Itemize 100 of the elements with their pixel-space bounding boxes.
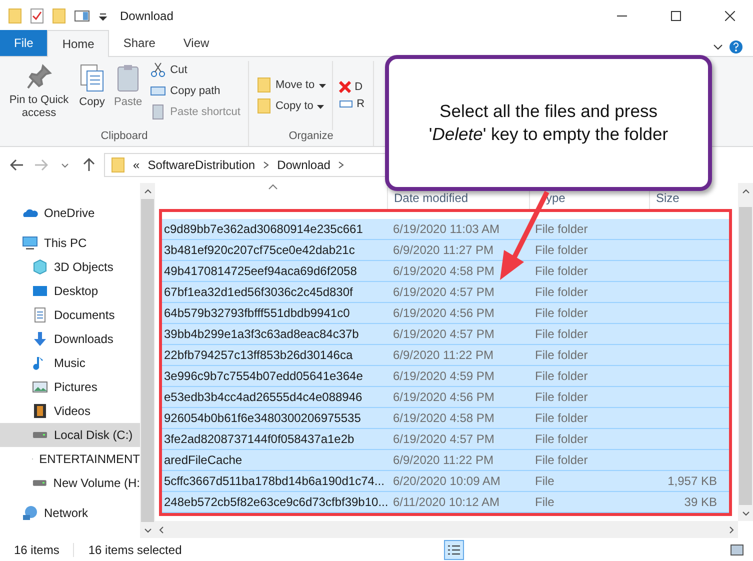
rename-button[interactable]: R xyxy=(336,97,367,111)
details-icon xyxy=(447,544,462,556)
copy-button[interactable]: Copy xyxy=(76,61,108,130)
type-cell-text: File folder xyxy=(534,432,589,446)
desktop-icon xyxy=(32,283,48,299)
sort-caret-icon xyxy=(268,183,278,190)
scrollbar[interactable] xyxy=(140,183,155,538)
type-cell-text: File folder xyxy=(534,306,589,320)
file-row[interactable]: 39bb4b299e1a3f3c63ad8eac84c37b 6/19/2020 4:57 PM File folder xyxy=(162,324,729,345)
file-row[interactable]: 22bfb794257c13ff853b26d30146ca 6/9/2020 11:22 PM File folder xyxy=(162,345,729,366)
file-row[interactable]: 248eb572cb5f82e63ce9c6d73cfbf39b10... 6/11/2020 10:12 AM File 39 KB xyxy=(162,492,729,513)
ribbon-tab[interactable]: View xyxy=(169,30,224,56)
sidebar-item[interactable]: ENTERTAINMENT xyxy=(0,447,140,471)
close-icon xyxy=(338,81,351,93)
ribbon-tab[interactable]: Home xyxy=(47,30,110,57)
date-cell-text: 6/11/2020 10:12 AM xyxy=(392,495,501,509)
file-row[interactable]: 67bf1ea32d1ed56f3036c2c45d830f 6/19/2020 4:57 PM File folder xyxy=(162,282,729,303)
folder-icon xyxy=(257,77,272,93)
sidebar-item[interactable]: Desktop xyxy=(0,279,140,303)
file-name: 3b481ef920c207cf75ce0e42dab21c xyxy=(163,243,356,257)
thumbnail-icon xyxy=(730,544,744,556)
shortcut-icon xyxy=(150,104,166,120)
item-count: 16 items xyxy=(14,542,60,556)
file-row[interactable]: aredFileCache 6/9/2020 11:22 PM File folder xyxy=(162,450,729,471)
file-row[interactable]: 3b481ef920c207cf75ce0e42dab21c 6/9/2020 11:27 PM File folder xyxy=(162,240,729,261)
sidebar-item[interactable]: Videos xyxy=(0,399,140,423)
panes-icon xyxy=(74,8,90,24)
sidebar-item[interactable]: New Volume (H: xyxy=(0,471,140,495)
pin-button[interactable]: Pin to Quick access xyxy=(6,61,72,130)
file-row[interactable]: 5cffc3667d511ba178bd14b6a190d1c74... 6/20/2020 10:09 AM File 1,957 KB xyxy=(162,471,729,492)
file-row[interactable]: 64b579b32793fbfff551dbdb9941c0 6/19/2020 4:56 PM File folder xyxy=(162,303,729,324)
file-name: e53edb3b4cc4ad26555d4c4e088946 xyxy=(163,390,364,404)
file-name: 5cffc3667d511ba178bd14b6a190d1c74... xyxy=(163,474,386,488)
window-title: Download xyxy=(120,8,174,22)
rename-icon xyxy=(338,98,353,110)
breadcrumb-item[interactable]: Download xyxy=(277,158,330,172)
file-name: 64b579b32793fbfff551dbdb9941c0 xyxy=(163,306,351,320)
file-row[interactable]: 3fe2ad8208737144f0f058437a1e2b 6/19/2020 4:57 PM File folder xyxy=(162,429,729,450)
sidebar-item[interactable]: Music xyxy=(0,351,140,375)
globe-icon xyxy=(22,505,38,521)
sidebar-item[interactable]: This PC xyxy=(0,231,140,255)
sidebar-item[interactable]: Documents xyxy=(0,303,140,327)
copy-to-button[interactable]: Copy to xyxy=(255,97,328,115)
scrollbar[interactable] xyxy=(738,183,753,521)
type-cell-text: File folder xyxy=(534,285,589,299)
size-cell-text: 1,957 KB xyxy=(666,474,718,488)
type-cell-text: File folder xyxy=(534,453,589,467)
file-menu-button[interactable]: File xyxy=(0,30,48,56)
file-row[interactable]: 3e996c9b7c7554b07edd05641e364e 6/19/2020 4:59 PM File folder xyxy=(162,366,729,387)
sidebar-item[interactable]: Network xyxy=(0,501,140,525)
monitor-icon xyxy=(22,235,38,251)
scroll-right-icon xyxy=(729,526,734,534)
type-cell-text: File xyxy=(534,495,556,509)
date-cell-text: 6/19/2020 4:58 PM xyxy=(392,264,496,278)
scroll-up-icon xyxy=(144,188,152,194)
chevron-icon xyxy=(713,44,723,50)
scissors-icon xyxy=(150,62,166,78)
caret-icon xyxy=(318,82,326,88)
sidebar-item[interactable]: OneDrive xyxy=(0,201,140,225)
help-icon xyxy=(729,40,743,54)
date-cell-text: 6/19/2020 4:58 PM xyxy=(392,411,496,425)
file-row[interactable]: c9d89bb7e362ad30680914e235c661 6/19/2020 11:03 AM File folder xyxy=(162,219,729,240)
type-cell-text: File xyxy=(534,474,556,488)
size-cell-text: 39 KB xyxy=(683,495,718,509)
file-row[interactable]: e53edb3b4cc4ad26555d4c4e088946 6/19/2020 4:56 PM File folder xyxy=(162,387,729,408)
cube-icon xyxy=(32,259,48,275)
picture-icon xyxy=(32,379,48,395)
file-name: 248eb572cb5f82e63ce9c6d73cfbf39b10... xyxy=(163,495,387,509)
sidebar-item[interactable]: Downloads xyxy=(0,327,140,351)
copy-icon xyxy=(78,63,106,93)
file-name: 926054b0b61f6e3480300206975535 xyxy=(163,411,362,425)
paste-button[interactable]: Paste xyxy=(112,61,144,130)
file-row[interactable]: 49b4170814725eef94aca69d6f2058 6/19/2020 4:58 PM File folder xyxy=(162,261,729,282)
date-cell-text: 6/9/2020 11:22 PM xyxy=(392,348,495,362)
type-cell-text: File folder xyxy=(534,348,589,362)
help-button[interactable] xyxy=(727,38,745,56)
breadcrumb-item[interactable]: SoftwareDistribution xyxy=(148,158,256,172)
file-row[interactable]: 926054b0b61f6e3480300206975535 6/19/2020 4:58 PM File folder xyxy=(162,408,729,429)
type-cell-text: File folder xyxy=(534,264,589,278)
ribbon-tab[interactable]: Share xyxy=(109,30,170,56)
new-folder-icon xyxy=(52,8,66,24)
folder-icon xyxy=(111,157,125,173)
date-cell-text: 6/19/2020 4:56 PM xyxy=(392,306,496,320)
delete-button[interactable]: D xyxy=(336,80,367,94)
file-name: aredFileCache xyxy=(163,453,244,467)
up-arrow-icon xyxy=(83,158,95,172)
date-cell-text: 6/19/2020 4:57 PM xyxy=(392,432,496,446)
copy-path-button[interactable]: Copy path xyxy=(148,82,242,100)
horizontal-scrollbar[interactable] xyxy=(155,521,738,538)
file-name: 49b4170814725eef94aca69d6f2058 xyxy=(163,264,358,278)
cut-button[interactable]: Cut xyxy=(148,61,242,79)
details-view-button[interactable] xyxy=(444,540,464,560)
type-cell-text: File folder xyxy=(534,222,589,236)
move-to-button[interactable]: Move to xyxy=(255,76,328,94)
sidebar-item[interactable]: Local Disk (C:) xyxy=(0,423,140,447)
date-cell-text: 6/19/2020 4:57 PM xyxy=(392,327,496,341)
sidebar-item[interactable]: 3D Objects xyxy=(0,255,140,279)
file-name: 3e996c9b7c7554b07edd05641e364e xyxy=(163,369,364,383)
sidebar-item[interactable]: Pictures xyxy=(0,375,140,399)
breadcrumb-overflow[interactable]: « xyxy=(133,158,140,172)
